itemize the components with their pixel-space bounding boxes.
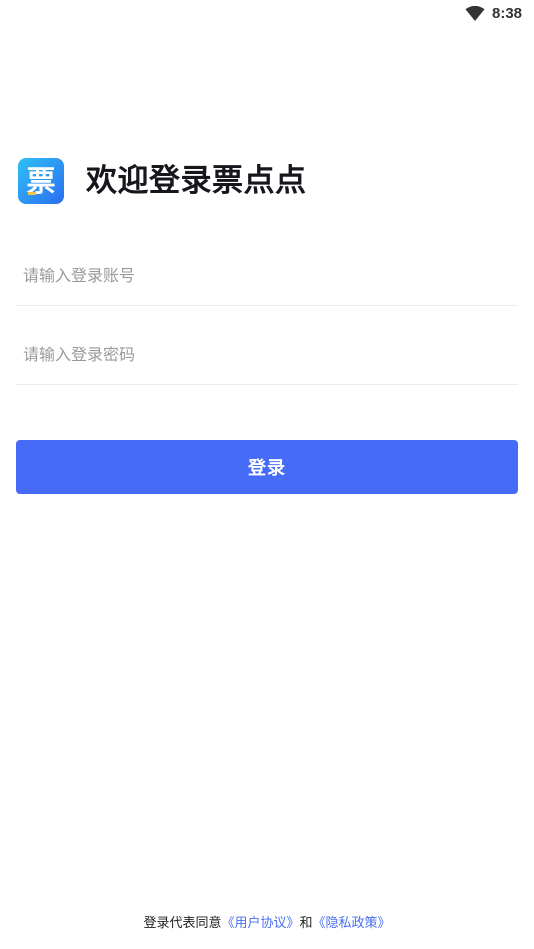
password-field — [16, 325, 518, 385]
agreement-prefix: 登录代表同意 — [143, 916, 222, 931]
login-screen: 8:38 票 欢迎登录票点点 登录 登录代表同意《用户协议》和《隐私政策》 — [0, 0, 534, 949]
user-agreement-link[interactable]: 《用户协议》 — [221, 916, 299, 931]
account-input[interactable] — [16, 246, 518, 305]
account-field — [16, 246, 518, 306]
status-bar: 8:38 — [0, 0, 534, 28]
agreement-conjunction: 和 — [299, 916, 313, 931]
status-time: 8:38 — [492, 5, 523, 22]
wifi-icon — [465, 6, 485, 21]
app-logo-icon: 票 — [18, 158, 64, 204]
agreement-text: 登录代表同意《用户协议》和《隐私政策》 — [0, 912, 534, 931]
login-button[interactable]: 登录 — [16, 440, 518, 494]
page-title: 欢迎登录票点点 — [86, 163, 307, 199]
privacy-policy-link[interactable]: 《隐私政策》 — [313, 916, 391, 931]
password-input[interactable] — [16, 325, 518, 384]
